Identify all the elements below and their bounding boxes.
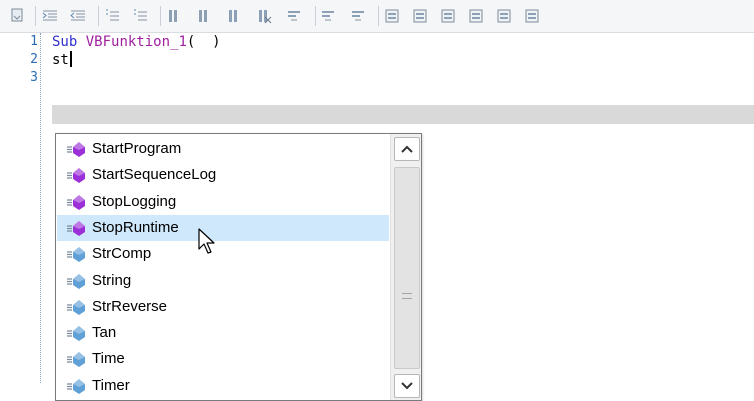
autocomplete-item-label: StartSequenceLog xyxy=(92,166,217,184)
indent-button[interactable] xyxy=(40,6,60,26)
line-number-gutter: 1 2 3 xyxy=(0,33,41,383)
window-5-icon xyxy=(525,9,539,23)
toolbar-separator xyxy=(378,6,379,26)
comment-macro-icon xyxy=(11,8,23,22)
autocomplete-item[interactable]: String xyxy=(57,268,389,294)
comment-lines-icon xyxy=(106,9,119,21)
autocomplete-popup[interactable]: StartProgram StartSequenceLog StopLogging S… xyxy=(55,133,422,401)
chevron-up-icon xyxy=(401,145,413,153)
next-bookmark-icon xyxy=(229,10,237,22)
window-3-icon xyxy=(469,9,483,23)
method-icon xyxy=(66,166,92,184)
autocomplete-item[interactable]: StartProgram xyxy=(57,136,389,162)
next-bookmark-button[interactable] xyxy=(224,6,244,26)
toolbar-separator xyxy=(35,6,36,26)
autocomplete-item[interactable]: StartSequenceLog xyxy=(57,162,389,188)
window-4-button[interactable] xyxy=(494,6,514,26)
uncomment-lines-button[interactable] xyxy=(130,6,150,26)
scroll-thumb[interactable] xyxy=(394,167,420,369)
parameter-list: ( ) xyxy=(186,34,221,50)
toolbar-separator xyxy=(98,6,99,26)
object-browser-button[interactable] xyxy=(382,6,402,26)
autocomplete-list[interactable]: StartProgram StartSequenceLog StopLogging S… xyxy=(56,134,389,400)
function-icon xyxy=(66,298,92,316)
code-line-1[interactable]: Sub VBFunktion_1( ) xyxy=(52,33,221,52)
autocomplete-item[interactable]: Tan xyxy=(57,320,389,346)
autocomplete-item[interactable]: StopLogging xyxy=(57,189,389,215)
method-icon xyxy=(66,140,92,158)
format-button[interactable] xyxy=(284,6,304,26)
line-number: 2 xyxy=(30,52,38,67)
indent-icon xyxy=(42,10,57,21)
previous-bookmark-icon xyxy=(199,10,207,22)
parameter-info-icon xyxy=(322,11,334,21)
object-browser-icon xyxy=(385,9,399,23)
code-line-2[interactable]: st xyxy=(52,51,72,70)
toggle-bookmark-icon xyxy=(169,10,177,22)
scroll-down-button[interactable] xyxy=(394,374,420,398)
function-icon xyxy=(66,272,92,290)
autocomplete-item[interactable]: StrReverse xyxy=(57,294,389,320)
method-icon xyxy=(66,219,92,237)
scroll-up-button[interactable] xyxy=(394,137,420,161)
autocomplete-item-label: StrComp xyxy=(92,245,152,263)
code-editor[interactable]: 1 2 3 Sub VBFunktion_1( ) st StartProgra… xyxy=(0,33,754,401)
quick-info-icon xyxy=(352,11,364,21)
function-icon xyxy=(66,245,92,263)
previous-bookmark-button[interactable] xyxy=(194,6,214,26)
autocomplete-item-label: StartProgram xyxy=(92,140,182,157)
window-2-button[interactable] xyxy=(438,6,458,26)
autocomplete-item-label: Tan xyxy=(92,324,117,342)
autocomplete-item-label: StopRuntime xyxy=(92,218,179,236)
autocomplete-item[interactable]: Time xyxy=(57,346,389,372)
parameter-info-button[interactable] xyxy=(318,6,338,26)
line-number: 1 xyxy=(30,34,38,49)
window-3-button[interactable] xyxy=(466,6,486,26)
autocomplete-item-label: StrReverse xyxy=(92,297,168,315)
autocomplete-item-label: String xyxy=(92,271,132,289)
toggle-bookmark-button[interactable] xyxy=(164,6,184,26)
chevron-down-icon xyxy=(401,382,413,390)
clear-bookmarks-button[interactable] xyxy=(254,6,274,26)
toolbar-separator xyxy=(315,6,316,26)
procedure-name: VBFunktion_1 xyxy=(85,34,187,50)
autocomplete-item-label: StopLogging xyxy=(92,192,177,210)
window-1-button[interactable] xyxy=(410,6,430,26)
editor-toolbar xyxy=(0,0,754,33)
quick-info-button[interactable] xyxy=(348,6,368,26)
autocomplete-item-label: Timer xyxy=(92,376,130,394)
autocomplete-item[interactable]: Timer xyxy=(57,373,389,399)
mouse-pointer-icon xyxy=(198,228,215,254)
function-icon xyxy=(66,324,92,342)
autocomplete-item[interactable]: StrComp xyxy=(57,241,389,267)
autocomplete-scrollbar[interactable] xyxy=(390,134,421,400)
keyword-sub: Sub xyxy=(52,34,78,50)
text-caret xyxy=(69,51,72,67)
toolbar-separator xyxy=(160,6,161,26)
outdent-button[interactable] xyxy=(68,6,88,26)
uncomment-lines-icon xyxy=(134,9,147,21)
window-5-button[interactable] xyxy=(522,6,542,26)
comment-lines-button[interactable] xyxy=(102,6,122,26)
clear-bookmarks-icon xyxy=(259,10,272,24)
window-4-icon xyxy=(497,9,511,23)
function-icon xyxy=(66,377,92,395)
autocomplete-item-label: Time xyxy=(92,350,125,368)
current-line-highlight xyxy=(52,105,754,124)
function-icon xyxy=(66,350,92,368)
autocomplete-item[interactable]: StopRuntime xyxy=(57,214,389,241)
outdent-icon xyxy=(70,10,85,21)
format-icon xyxy=(288,11,300,21)
comment-macro-button[interactable] xyxy=(7,6,27,26)
typed-text: st xyxy=(52,52,69,68)
scroll-thumb-grip xyxy=(402,293,412,299)
method-icon xyxy=(66,193,92,211)
window-1-icon xyxy=(413,9,427,23)
window-2-icon xyxy=(441,9,455,23)
line-number: 3 xyxy=(30,70,38,85)
